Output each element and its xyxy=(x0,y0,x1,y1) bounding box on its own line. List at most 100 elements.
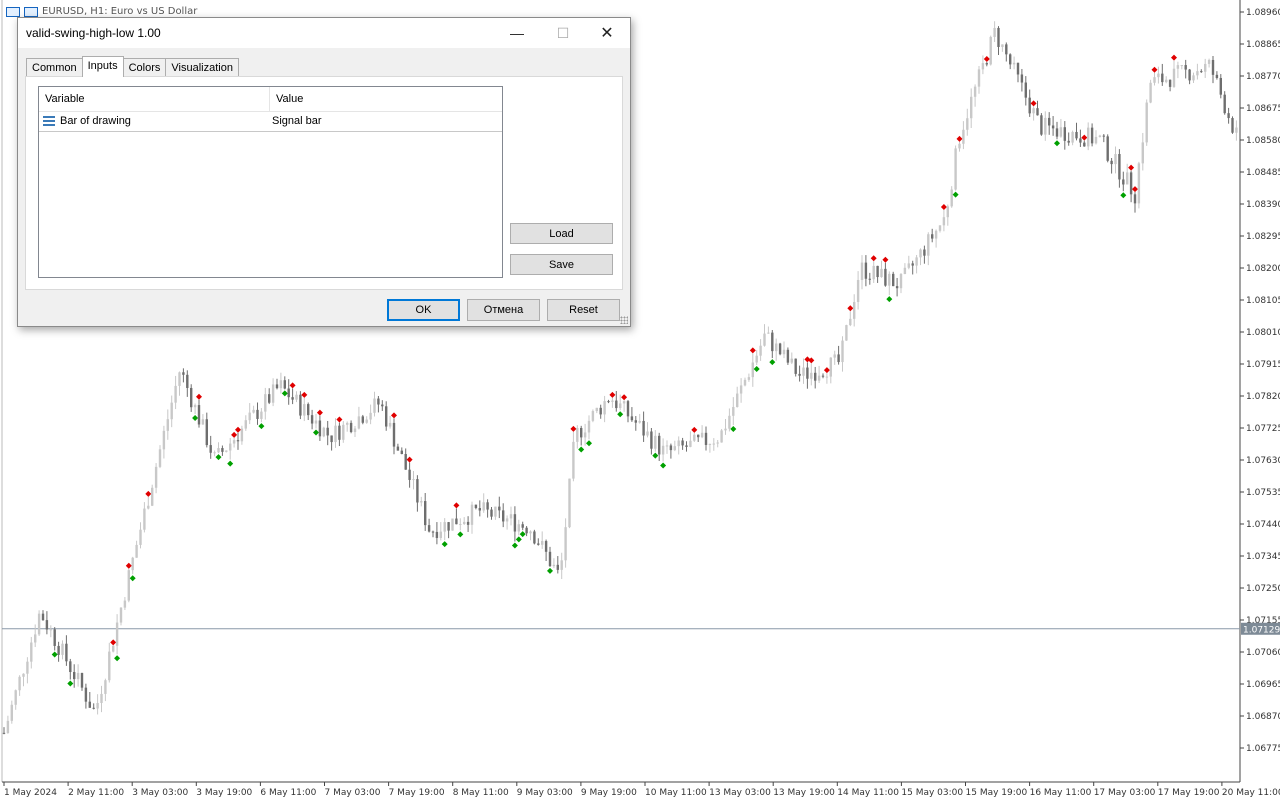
resize-grip[interactable] xyxy=(620,316,628,324)
candle-body xyxy=(1137,163,1141,204)
candle-body xyxy=(603,401,606,415)
candle-body xyxy=(509,514,513,519)
price-tick-label: 1.07060 xyxy=(1246,648,1280,658)
time-tick-label: 8 May 11:00 xyxy=(453,788,509,798)
candle-body xyxy=(80,672,84,688)
candle-body xyxy=(14,690,17,705)
tab-inputs[interactable]: Inputs xyxy=(81,56,124,77)
ok-button[interactable]: OK xyxy=(387,299,460,321)
candle-body xyxy=(833,354,836,358)
candle-body xyxy=(919,249,922,258)
candle-body xyxy=(1122,179,1125,185)
maximize-button[interactable]: ☐ xyxy=(540,18,586,48)
time-tick-label: 1 May 2024 xyxy=(4,788,57,798)
candle-body xyxy=(642,420,645,436)
candle-body xyxy=(41,613,45,621)
time-tick-label: 9 May 03:00 xyxy=(517,788,573,798)
candle-body xyxy=(1168,79,1172,87)
swing-low-marker xyxy=(258,423,265,430)
candle-body xyxy=(962,129,965,144)
swing-high-marker xyxy=(453,502,460,509)
candle-body xyxy=(131,557,134,571)
candle-body xyxy=(400,450,403,454)
candle-body xyxy=(583,432,587,438)
candle-body xyxy=(459,524,462,526)
candle-body xyxy=(790,358,793,363)
candle-body xyxy=(408,469,411,480)
candle-body xyxy=(548,551,552,567)
candle-body xyxy=(166,419,169,431)
candle-body xyxy=(544,541,548,552)
save-button[interactable]: Save xyxy=(510,254,613,275)
tab-visualization[interactable]: Visualization xyxy=(165,58,239,76)
parameter-list-icon xyxy=(43,116,55,126)
column-header-variable[interactable]: Variable xyxy=(39,87,270,111)
price-tick-label: 1.08485 xyxy=(1246,168,1280,178)
candle-body xyxy=(864,262,868,279)
candle-body xyxy=(353,428,357,433)
row-variable-cell[interactable]: Bar of drawing xyxy=(39,115,270,127)
price-tick-label: 1.08580 xyxy=(1246,136,1280,146)
candle-body xyxy=(435,531,439,538)
column-header-value[interactable]: Value xyxy=(270,87,303,111)
load-button[interactable]: Load xyxy=(510,223,613,244)
candle-body xyxy=(127,570,130,601)
candle-body xyxy=(162,430,166,450)
reset-button[interactable]: Reset xyxy=(547,299,620,321)
candle-body xyxy=(739,385,743,394)
candle-body xyxy=(427,525,431,532)
candle-body xyxy=(763,333,766,346)
close-icon: ✕ xyxy=(600,25,614,42)
minimize-button[interactable]: — xyxy=(494,18,540,48)
candle-body xyxy=(1118,154,1121,180)
tab-colors[interactable]: Colors xyxy=(122,58,167,76)
inputs-table[interactable]: Variable Value Bar of drawing Signal bar xyxy=(38,86,503,278)
dialog-titlebar[interactable]: valid-swing-high-low 1.00 — ☐ ✕ xyxy=(18,18,630,48)
candle-body xyxy=(225,450,228,452)
candle-body xyxy=(498,506,501,511)
swing-high-marker xyxy=(1171,54,1177,61)
swing-high-marker xyxy=(691,426,698,433)
inputs-panel: Variable Value Bar of drawing Signal bar… xyxy=(25,76,623,290)
candle-body xyxy=(595,407,598,412)
row-value-cell[interactable]: Signal bar xyxy=(270,115,322,127)
swing-low-marker xyxy=(457,531,464,538)
close-button[interactable]: ✕ xyxy=(584,18,630,48)
candle-body xyxy=(931,234,934,239)
candle-body xyxy=(346,422,349,425)
candle-body xyxy=(271,384,275,403)
table-row[interactable]: Bar of drawing Signal bar xyxy=(39,111,502,132)
candle-body xyxy=(443,522,446,532)
candle-body xyxy=(993,27,996,37)
price-tick-label: 1.07725 xyxy=(1246,424,1280,434)
price-tick-label: 1.08105 xyxy=(1246,296,1280,306)
price-tick-label: 1.08200 xyxy=(1246,264,1280,274)
candle-body xyxy=(240,428,244,442)
swing-high-marker xyxy=(870,255,877,262)
candle-body xyxy=(37,613,41,635)
candle-body xyxy=(997,27,1000,47)
cancel-button[interactable]: Отмена xyxy=(467,299,540,321)
price-tick-label: 1.08390 xyxy=(1246,200,1280,210)
candle-body xyxy=(174,385,177,403)
candle-body xyxy=(876,265,879,278)
candle-body xyxy=(654,435,657,449)
candle-body xyxy=(349,422,353,433)
candle-body xyxy=(217,448,220,453)
candle-body xyxy=(697,434,700,438)
candle-body xyxy=(821,375,825,377)
candle-body xyxy=(205,419,208,446)
candle-body xyxy=(907,263,910,268)
candle-body xyxy=(903,267,907,274)
candle-body xyxy=(845,325,848,341)
candle-body xyxy=(728,415,731,429)
tab-common[interactable]: Common xyxy=(26,58,83,76)
time-tick-label: 20 May 11:00 xyxy=(1222,788,1280,798)
candle-body xyxy=(505,518,509,522)
candle-body xyxy=(322,427,325,437)
candle-body xyxy=(147,505,150,509)
candle-body xyxy=(447,522,450,531)
candle-body xyxy=(388,422,392,427)
candle-body xyxy=(868,278,871,280)
candle-body xyxy=(1028,97,1031,114)
